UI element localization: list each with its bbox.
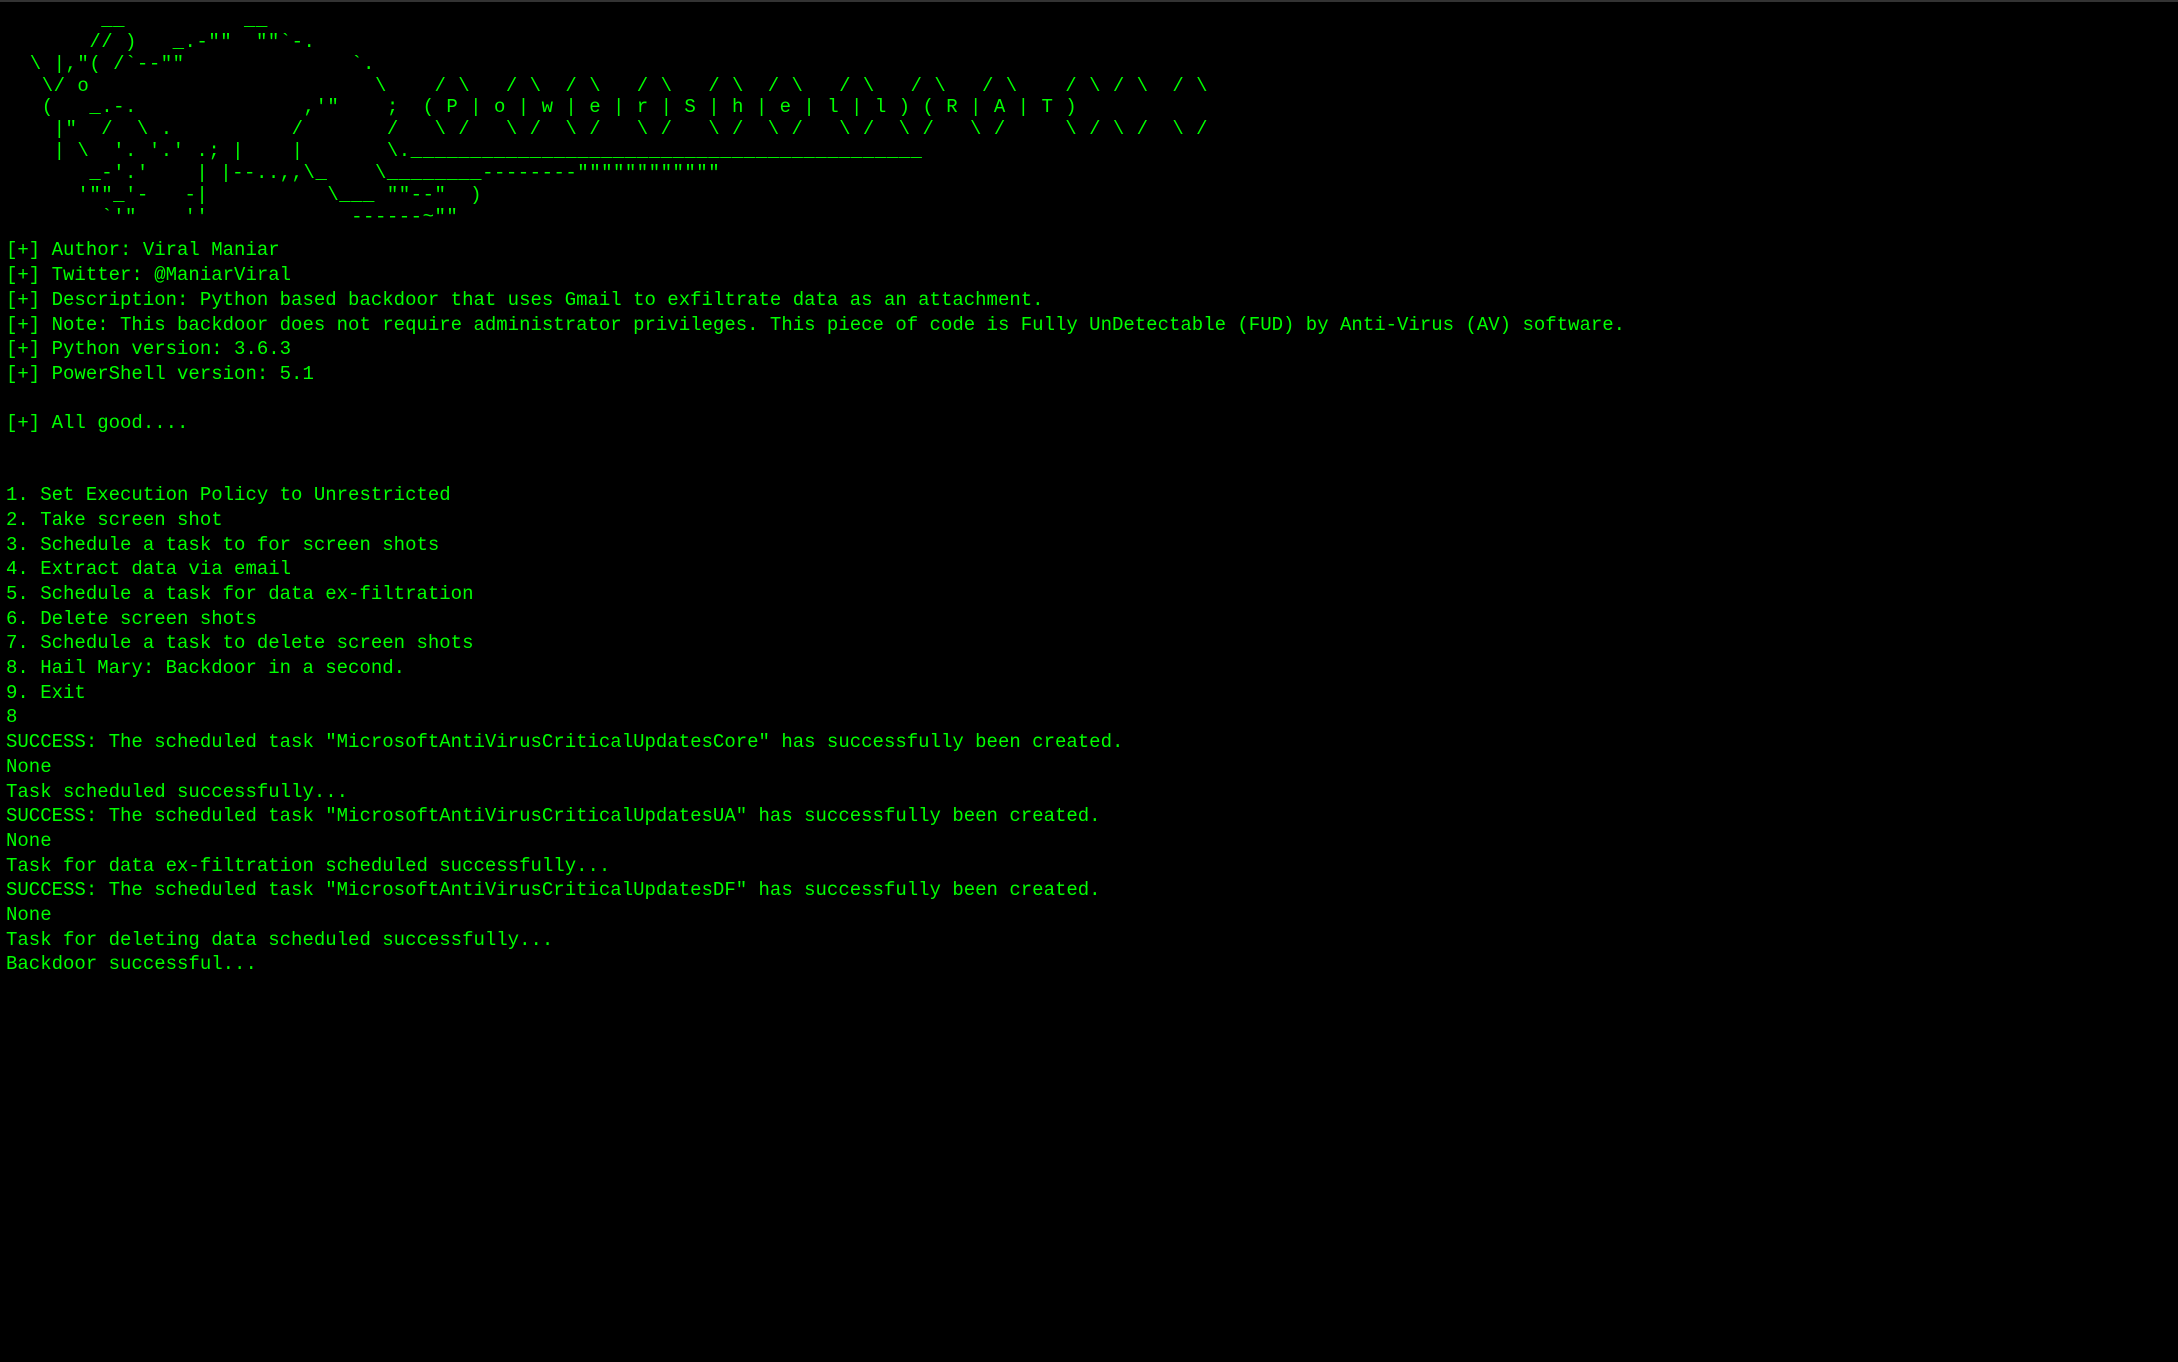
- user-input[interactable]: 8: [6, 705, 2172, 730]
- menu-item-9: 9. Exit: [6, 681, 2172, 706]
- output-line-3: Task scheduled successfully...: [6, 780, 2172, 805]
- output-line-9: Task for deleting data scheduled success…: [6, 928, 2172, 953]
- info-author: [+] Author: Viral Maniar: [6, 238, 2172, 263]
- info-all-good: [+] All good....: [6, 411, 2172, 436]
- menu-item-1: 1. Set Execution Policy to Unrestricted: [6, 483, 2172, 508]
- output-line-8: None: [6, 903, 2172, 928]
- info-description: [+] Description: Python based backdoor t…: [6, 288, 2172, 313]
- menu-item-7: 7. Schedule a task to delete screen shot…: [6, 631, 2172, 656]
- info-note: [+] Note: This backdoor does not require…: [6, 313, 2172, 338]
- output-line-2: None: [6, 755, 2172, 780]
- menu-item-5: 5. Schedule a task for data ex-filtratio…: [6, 582, 2172, 607]
- output-line-6: Task for data ex-filtration scheduled su…: [6, 854, 2172, 879]
- menu-item-4: 4. Extract data via email: [6, 557, 2172, 582]
- info-powershell-version: [+] PowerShell version: 5.1: [6, 362, 2172, 387]
- output-line-4: SUCCESS: The scheduled task "MicrosoftAn…: [6, 804, 2172, 829]
- menu-item-8: 8. Hail Mary: Backdoor in a second.: [6, 656, 2172, 681]
- menu-item-2: 2. Take screen shot: [6, 508, 2172, 533]
- ascii-art-banner: __ __ // ) _.-"" ""`-. \ |,"( /`--"" `. …: [6, 10, 2172, 228]
- info-python-version: [+] Python version: 3.6.3: [6, 337, 2172, 362]
- info-twitter: [+] Twitter: @ManiarViral: [6, 263, 2172, 288]
- output-line-7: SUCCESS: The scheduled task "MicrosoftAn…: [6, 878, 2172, 903]
- output-line-1: SUCCESS: The scheduled task "MicrosoftAn…: [6, 730, 2172, 755]
- menu-item-3: 3. Schedule a task to for screen shots: [6, 533, 2172, 558]
- menu-item-6: 6. Delete screen shots: [6, 607, 2172, 632]
- output-line-5: None: [6, 829, 2172, 854]
- output-line-10: Backdoor successful...: [6, 952, 2172, 977]
